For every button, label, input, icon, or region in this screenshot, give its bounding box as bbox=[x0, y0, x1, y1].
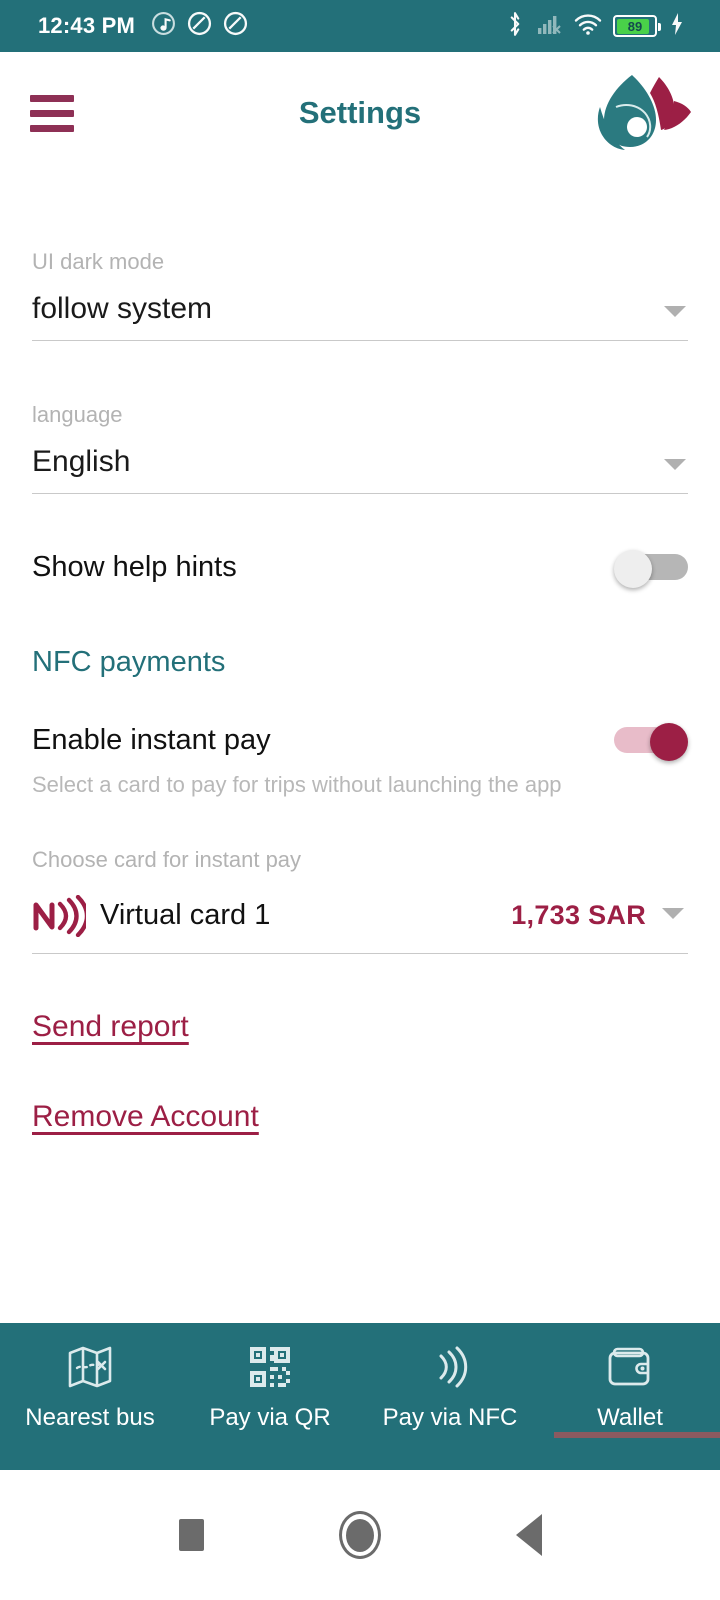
show-help-hints-label: Show help hints bbox=[32, 550, 237, 583]
bluetooth-icon bbox=[504, 11, 526, 42]
charging-bolt-icon bbox=[668, 12, 686, 41]
app-header: Settings bbox=[0, 52, 720, 174]
instant-pay-label: Enable instant pay bbox=[32, 723, 271, 756]
instant-pay-toggle[interactable] bbox=[614, 723, 688, 762]
battery-percent-label: 89 bbox=[627, 18, 643, 34]
nfc-wave-icon bbox=[425, 1341, 475, 1393]
language-field[interactable]: language English bbox=[32, 402, 688, 495]
nfc-wave-icon bbox=[32, 894, 90, 938]
nav-label-wallet: Wallet bbox=[597, 1404, 663, 1431]
app-logo-leaf-icon bbox=[596, 71, 692, 155]
status-bar: 12:43 PM 89 bbox=[0, 0, 720, 52]
qr-code-icon bbox=[246, 1341, 294, 1393]
recents-square-icon[interactable] bbox=[178, 1519, 204, 1551]
dark-mode-label: UI dark mode bbox=[32, 249, 165, 274]
phone-screen: 12:43 PM 89 Settings UI dark mode follow… bbox=[0, 0, 720, 1600]
card-amount-label: 1,733 SAR bbox=[511, 900, 646, 931]
settings-content: UI dark mode follow system language Engl… bbox=[0, 174, 720, 1134]
do-not-disturb-icon bbox=[187, 11, 212, 41]
show-help-hints-toggle[interactable] bbox=[614, 550, 688, 589]
card-picker-row[interactable]: Virtual card 1 1,733 SAR bbox=[32, 885, 688, 954]
android-system-nav-bar bbox=[0, 1470, 720, 1600]
battery-icon: 89 bbox=[613, 15, 661, 37]
send-report-link[interactable]: Send report bbox=[32, 1010, 189, 1044]
cellular-no-sim-icon bbox=[537, 12, 563, 41]
nav-item-nearest-bus[interactable]: Nearest bus bbox=[0, 1323, 180, 1432]
map-route-icon bbox=[64, 1341, 116, 1393]
chevron-down-icon[interactable] bbox=[662, 908, 684, 920]
nfc-payments-section-title: NFC payments bbox=[32, 646, 226, 679]
wifi-icon bbox=[574, 12, 602, 41]
wallet-icon bbox=[605, 1341, 655, 1393]
status-bar-clock: 12:43 PM bbox=[38, 13, 135, 38]
nav-item-wallet[interactable]: Wallet bbox=[540, 1323, 720, 1438]
nav-label-pay-via-qr: Pay via QR bbox=[209, 1404, 331, 1431]
instant-pay-helper-text: Select a card to pay for trips without l… bbox=[32, 772, 562, 798]
home-circle-icon[interactable] bbox=[338, 1511, 381, 1559]
language-label: language bbox=[32, 402, 123, 428]
show-help-hints-row[interactable]: Show help hints bbox=[32, 550, 688, 589]
nav-label-pay-via-nfc: Pay via NFC bbox=[382, 1404, 518, 1431]
remove-account-link[interactable]: Remove Account bbox=[32, 1100, 259, 1134]
chevron-down-icon[interactable] bbox=[664, 306, 686, 318]
choose-card-label: Choose card for instant pay bbox=[32, 846, 302, 872]
do-not-disturb-icon bbox=[223, 11, 248, 41]
bottom-navigation-bar: Nearest bus Pay via QR Pay via NFC Walle… bbox=[0, 1323, 720, 1470]
status-bar-system-icons: 89 bbox=[504, 11, 686, 42]
instant-pay-row[interactable]: Enable instant pay bbox=[32, 723, 688, 762]
status-bar-notification-icons bbox=[151, 11, 248, 41]
back-triangle-icon[interactable] bbox=[515, 1514, 542, 1556]
dark-mode-value: follow system bbox=[32, 292, 213, 326]
nav-item-pay-via-nfc[interactable]: Pay via NFC bbox=[360, 1323, 540, 1432]
nav-item-pay-via-qr[interactable]: Pay via QR bbox=[180, 1323, 360, 1432]
card-name-label: Virtual card 1 bbox=[100, 899, 271, 932]
nav-label-nearest-bus: Nearest bus bbox=[25, 1404, 155, 1431]
hamburger-menu-icon[interactable] bbox=[30, 94, 74, 132]
dark-mode-field[interactable]: UI dark mode follow system bbox=[32, 249, 688, 342]
language-value: English bbox=[32, 445, 131, 479]
music-note-icon bbox=[151, 11, 176, 41]
chevron-down-icon[interactable] bbox=[664, 459, 686, 471]
